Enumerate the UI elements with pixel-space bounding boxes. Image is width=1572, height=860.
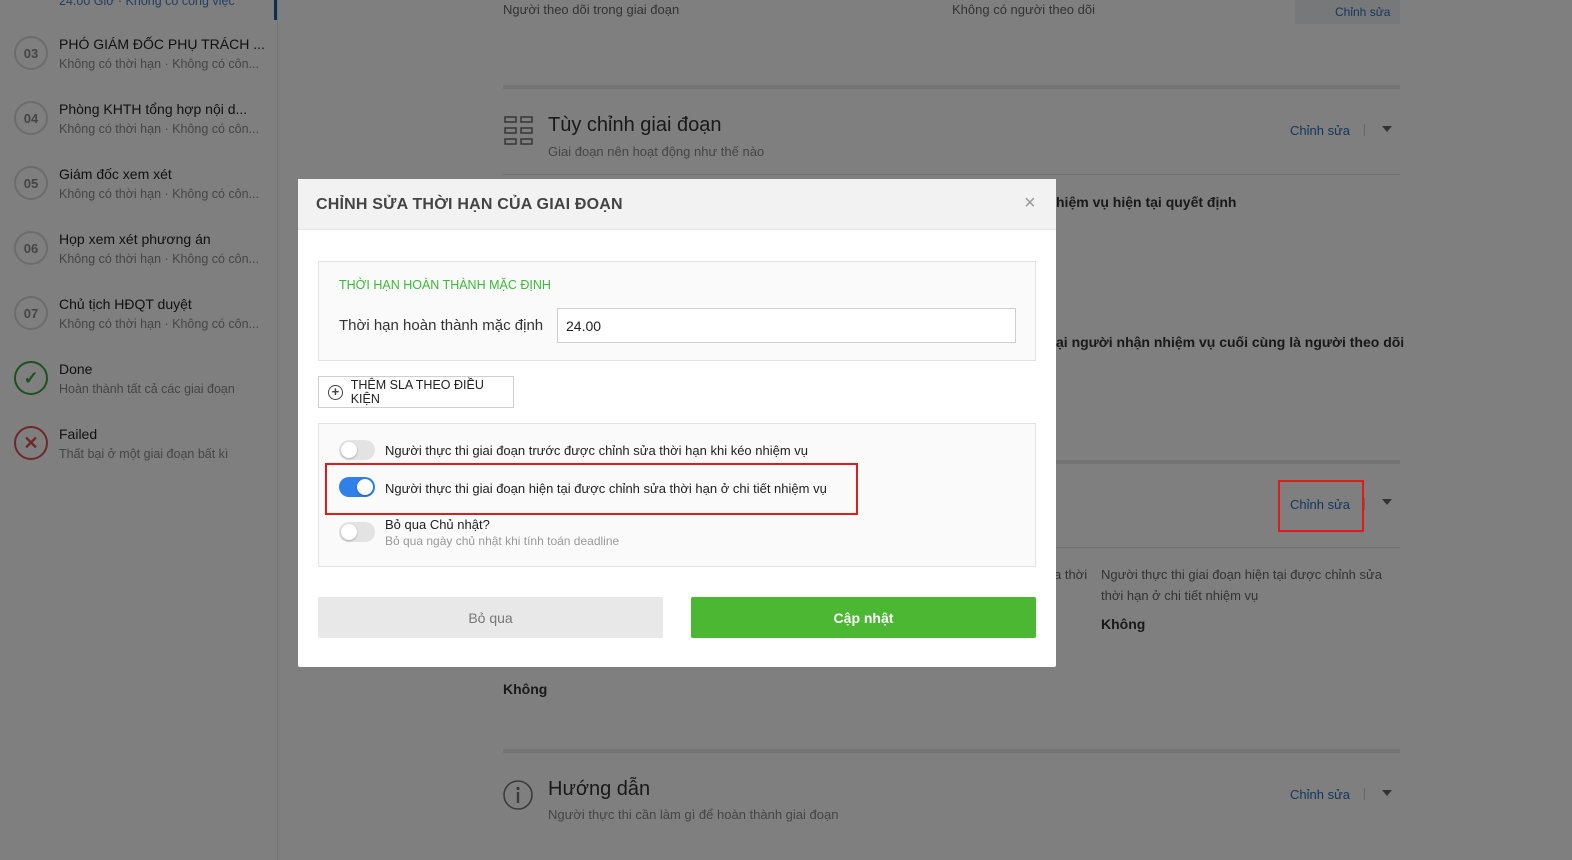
highlight-toggle-box (325, 463, 858, 515)
edit-deadline-dialog: CHỈNH SỬA THỜI HẠN CỦA GIAI ĐOẠN × THỜI … (298, 179, 1056, 667)
cancel-button[interactable]: Bỏ qua (318, 597, 663, 638)
toggle-knob (341, 442, 357, 458)
default-deadline-input[interactable] (557, 308, 1016, 343)
toggle-skip-sunday-desc: Bỏ qua ngày chủ nhật khi tính toán deadl… (385, 534, 620, 548)
toggle-skip-sunday[interactable] (339, 522, 375, 542)
toggle-prev-stage-edit-label: Người thực thi giai đoạn trước được chỉn… (385, 443, 809, 458)
default-deadline-label: Thời hạn hoàn thành mặc định (339, 317, 544, 334)
toggle-knob (341, 524, 357, 540)
default-deadline-panel: THỜI HẠN HOÀN THÀNH MẶC ĐỊNH Thời hạn ho… (318, 261, 1036, 361)
add-conditional-sla-label: THÊM SLA THEO ĐIỀU KIỆN (350, 378, 484, 406)
highlight-edit-link-box (1278, 480, 1364, 532)
close-icon[interactable]: × (1024, 192, 1036, 215)
add-conditional-sla-button[interactable]: + THÊM SLA THEO ĐIỀU KIỆN (318, 376, 514, 408)
toggle-skip-sunday-label: Bỏ qua Chủ nhật? (385, 517, 490, 532)
plus-circle-icon: + (328, 384, 343, 400)
dialog-header: CHỈNH SỬA THỜI HẠN CỦA GIAI ĐOẠN × (298, 179, 1056, 230)
toggle-prev-stage-edit[interactable] (339, 440, 375, 460)
dialog-title: CHỈNH SỬA THỜI HẠN CỦA GIAI ĐOẠN (316, 196, 623, 213)
update-button[interactable]: Cập nhật (691, 597, 1036, 638)
default-deadline-section-label: THỜI HẠN HOÀN THÀNH MẶC ĐỊNH (339, 278, 551, 292)
